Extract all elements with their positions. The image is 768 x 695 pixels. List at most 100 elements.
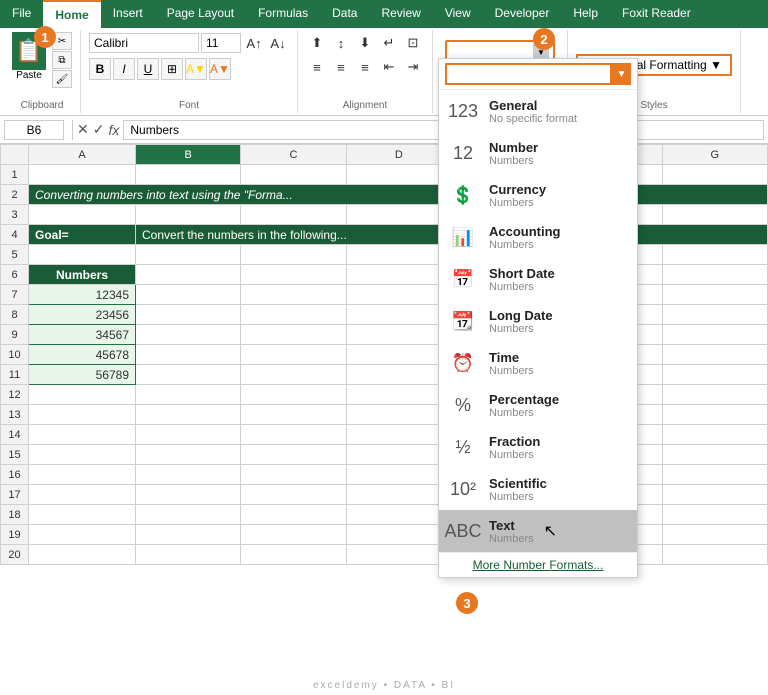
cell-11-7[interactable]: [662, 365, 767, 385]
cell-15-2[interactable]: [136, 445, 241, 465]
cell-5-4[interactable]: [346, 245, 451, 265]
italic-button[interactable]: I: [113, 58, 135, 80]
dropdown-item-time[interactable]: ⏰TimeNumbers: [439, 342, 637, 384]
cell-10-1[interactable]: 45678: [29, 345, 136, 365]
cell-17-3[interactable]: [241, 485, 346, 505]
dropdown-item-general[interactable]: 123GeneralNo specific format: [439, 90, 637, 132]
cell-19-3[interactable]: [241, 525, 346, 545]
align-center-btn[interactable]: ≡: [330, 56, 352, 78]
col-header-A[interactable]: A: [29, 145, 136, 165]
copy-button[interactable]: ⧉: [52, 51, 72, 69]
cell-5-2[interactable]: [136, 245, 241, 265]
cell-13-4[interactable]: [346, 405, 451, 425]
dropdown-item-number[interactable]: 12NumberNumbers: [439, 132, 637, 174]
cell-1-7[interactable]: [662, 165, 767, 185]
cell-19-2[interactable]: [136, 525, 241, 545]
cell-9-1[interactable]: 34567: [29, 325, 136, 345]
cell-12-4[interactable]: [346, 385, 451, 405]
align-bottom-btn[interactable]: ⬇: [354, 32, 376, 54]
dropdown-item-accounting[interactable]: 📊AccountingNumbers: [439, 216, 637, 258]
confirm-formula-icon[interactable]: ✓: [93, 121, 105, 138]
cell-12-7[interactable]: [662, 385, 767, 405]
cell-7-7[interactable]: [662, 285, 767, 305]
cell-16-3[interactable]: [241, 465, 346, 485]
cell-10-3[interactable]: [241, 345, 346, 365]
row-num-17[interactable]: 17: [1, 485, 29, 505]
cell-18-2[interactable]: [136, 505, 241, 525]
tab-help[interactable]: Help: [561, 0, 610, 28]
align-middle-btn[interactable]: ↕: [330, 32, 352, 54]
cell-16-4[interactable]: [346, 465, 451, 485]
row-num-6[interactable]: 6: [1, 265, 29, 285]
cell-14-1[interactable]: [29, 425, 136, 445]
cell-9-7[interactable]: [662, 325, 767, 345]
cell-8-4[interactable]: [346, 305, 451, 325]
indent-decrease-btn[interactable]: ⇤: [378, 56, 400, 78]
cell-7-2[interactable]: [136, 285, 241, 305]
cell-8-7[interactable]: [662, 305, 767, 325]
dropdown-item-fraction[interactable]: ½FractionNumbers: [439, 426, 637, 468]
cell-5-3[interactable]: [241, 245, 346, 265]
merge-btn[interactable]: ⊡: [402, 32, 424, 54]
col-header-C[interactable]: C: [241, 145, 346, 165]
cell-9-4[interactable]: [346, 325, 451, 345]
more-number-formats-link[interactable]: More Number Formats...: [439, 552, 637, 577]
dropdown-item-short-date[interactable]: 📅Short DateNumbers: [439, 258, 637, 300]
fill-color-button[interactable]: A▼: [185, 58, 207, 80]
cell-6-4[interactable]: [346, 265, 451, 285]
indent-increase-btn[interactable]: ⇥: [402, 56, 424, 78]
cell-9-2[interactable]: [136, 325, 241, 345]
col-header-B[interactable]: B: [136, 145, 241, 165]
cell-19-1[interactable]: [29, 525, 136, 545]
cell-6-3[interactable]: [241, 265, 346, 285]
row-num-8[interactable]: 8: [1, 305, 29, 325]
cell-15-4[interactable]: [346, 445, 451, 465]
cell-11-2[interactable]: [136, 365, 241, 385]
cell-8-1[interactable]: 23456: [29, 305, 136, 325]
col-header-D[interactable]: D: [346, 145, 451, 165]
row-num-15[interactable]: 15: [1, 445, 29, 465]
format-painter-button[interactable]: 🖌: [52, 70, 72, 88]
font-name-input[interactable]: [89, 33, 199, 53]
cell-3-3[interactable]: [241, 205, 346, 225]
cell-3-2[interactable]: [136, 205, 241, 225]
cancel-formula-icon[interactable]: ✕: [77, 121, 89, 138]
tab-view[interactable]: View: [433, 0, 483, 28]
cell-12-2[interactable]: [136, 385, 241, 405]
cell-2-1[interactable]: Converting numbers into text using the "…: [29, 185, 768, 205]
cell-8-2[interactable]: [136, 305, 241, 325]
cell-13-1[interactable]: [29, 405, 136, 425]
align-top-btn[interactable]: ⬆: [306, 32, 328, 54]
cell-20-4[interactable]: [346, 545, 451, 565]
row-num-11[interactable]: 11: [1, 365, 29, 385]
cell-1-2[interactable]: [136, 165, 241, 185]
row-num-12[interactable]: 12: [1, 385, 29, 405]
cell-17-1[interactable]: [29, 485, 136, 505]
dropdown-item-long-date[interactable]: 📆Long DateNumbers: [439, 300, 637, 342]
cell-reference-box[interactable]: [4, 120, 64, 140]
tab-review[interactable]: Review: [369, 0, 432, 28]
cell-10-7[interactable]: [662, 345, 767, 365]
dropdown-search-input[interactable]: [445, 63, 612, 85]
tab-file[interactable]: File: [0, 0, 43, 28]
cell-13-7[interactable]: [662, 405, 767, 425]
dropdown-item-currency[interactable]: 💲CurrencyNumbers: [439, 174, 637, 216]
cell-5-7[interactable]: [662, 245, 767, 265]
cell-19-7[interactable]: [662, 525, 767, 545]
underline-button[interactable]: U: [137, 58, 159, 80]
font-size-input[interactable]: [201, 33, 241, 53]
row-num-13[interactable]: 13: [1, 405, 29, 425]
cell-5-1[interactable]: [29, 245, 136, 265]
col-header-G[interactable]: G: [662, 145, 767, 165]
number-format-input[interactable]: [451, 45, 531, 59]
cell-20-2[interactable]: [136, 545, 241, 565]
row-num-3[interactable]: 3: [1, 205, 29, 225]
cell-14-4[interactable]: [346, 425, 451, 445]
cell-1-1[interactable]: [29, 165, 136, 185]
border-button[interactable]: ⊞: [161, 58, 183, 80]
cell-13-3[interactable]: [241, 405, 346, 425]
row-num-5[interactable]: 5: [1, 245, 29, 265]
cell-12-3[interactable]: [241, 385, 346, 405]
cell-15-3[interactable]: [241, 445, 346, 465]
cell-11-3[interactable]: [241, 365, 346, 385]
